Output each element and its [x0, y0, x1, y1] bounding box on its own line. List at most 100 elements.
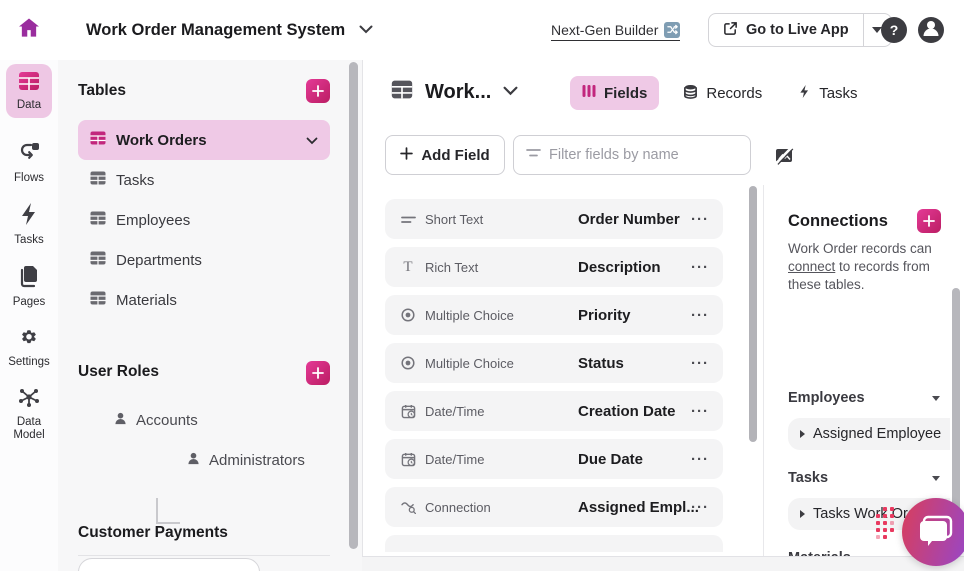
- sidebar-item-employees[interactable]: Employees: [78, 200, 330, 240]
- field-row[interactable]: Multiple Choice Status ···: [385, 343, 723, 383]
- data-table-icon: [18, 78, 40, 95]
- flows-icon: [17, 151, 41, 168]
- field-row[interactable]: Date/Time Due Date ···: [385, 439, 723, 479]
- sidebar-item-materials[interactable]: Materials: [78, 280, 330, 320]
- field-name: Status: [578, 355, 624, 372]
- home-icon: [16, 15, 42, 46]
- field-type: Rich Text: [425, 260, 478, 275]
- field-row[interactable]: Connection Assigned Empl... ···: [385, 487, 723, 527]
- drag-handle-dots[interactable]: [876, 507, 894, 539]
- customer-payments-field[interactable]: [78, 558, 260, 571]
- group-label: Tasks: [788, 470, 828, 486]
- connection-item-assigned-employee[interactable]: Assigned Employee: [788, 418, 950, 450]
- table-icon: [90, 291, 106, 309]
- lightning-icon: [18, 213, 40, 230]
- add-role-button[interactable]: [306, 361, 330, 385]
- field-type: Date/Time: [425, 452, 484, 467]
- go-to-live-app-main[interactable]: Go to Live App: [709, 14, 863, 46]
- tab-fields[interactable]: Fields: [570, 76, 659, 110]
- add-table-button[interactable]: [306, 79, 330, 103]
- next-gen-builder-link[interactable]: Next-Gen Builder: [551, 19, 680, 41]
- tab-label: Records: [706, 85, 762, 102]
- field-menu-button[interactable]: ···: [691, 451, 709, 468]
- rail-label-tasks: Tasks: [0, 234, 58, 247]
- connect-link[interactable]: connect: [788, 259, 835, 274]
- external-link-icon: [723, 21, 738, 40]
- field-type: Date/Time: [425, 404, 484, 419]
- field-list-scrollbar[interactable]: [749, 186, 757, 442]
- table-icon: [391, 80, 413, 104]
- go-to-live-app-button[interactable]: Go to Live App: [708, 13, 892, 47]
- field-row[interactable]: Short Text Order Number ···: [385, 199, 723, 239]
- role-item-administrators[interactable]: Administrators: [186, 451, 305, 470]
- field-row[interactable]: T Rich Text Description ···: [385, 247, 723, 287]
- role-item-label: Accounts: [136, 412, 198, 429]
- rail-label-flows: Flows: [0, 172, 58, 185]
- field-menu-button[interactable]: ···: [691, 403, 709, 420]
- rail-label-data-model: Data Model: [0, 416, 58, 442]
- hide-images-icon[interactable]: [773, 144, 795, 166]
- help-button[interactable]: ?: [881, 17, 907, 43]
- rail-item-data-model[interactable]: Data Model: [0, 386, 58, 442]
- rail-item-data[interactable]: Data: [0, 64, 58, 118]
- field-row-partial[interactable]: [385, 535, 723, 552]
- sidebar-item-label: Employees: [116, 212, 190, 229]
- sidebar-item-label: Work Orders: [116, 132, 207, 149]
- main-content: Work... Fields Records: [362, 60, 964, 556]
- sidebar-item-departments[interactable]: Departments: [78, 240, 330, 280]
- table-title-menu[interactable]: Work...: [391, 80, 518, 104]
- add-connection-button[interactable]: [917, 209, 941, 233]
- top-header: Work Order Management System Next-Gen Bu…: [0, 0, 964, 60]
- field-menu-button[interactable]: ···: [691, 355, 709, 372]
- shuffle-icon: [664, 22, 680, 38]
- chevron-down-icon: [503, 83, 518, 101]
- tab-label: Tasks: [819, 85, 857, 102]
- field-row[interactable]: Date/Time Creation Date ···: [385, 391, 723, 431]
- field-name: Description: [578, 259, 661, 276]
- field-name: Priority: [578, 307, 631, 324]
- sidebar-item-label: Departments: [116, 252, 202, 269]
- rail-item-flows[interactable]: Flows: [0, 140, 58, 185]
- filter-fields-inputbox[interactable]: [513, 135, 751, 175]
- table-icon: [90, 211, 106, 229]
- user-icon: [918, 15, 944, 46]
- home-button[interactable]: [14, 15, 44, 45]
- field-type: Multiple Choice: [425, 356, 514, 371]
- field-menu-button[interactable]: ···: [691, 307, 709, 324]
- gear-icon: [949, 427, 950, 441]
- field-name: Creation Date: [578, 403, 676, 420]
- tab-records[interactable]: Records: [671, 76, 774, 110]
- sidebar-item-tasks[interactable]: Tasks: [78, 160, 330, 200]
- connection-item-label: Assigned Employee: [813, 426, 941, 442]
- sidebar-item-label: Tasks: [116, 172, 154, 189]
- sidebar-item-work-orders[interactable]: Work Orders: [78, 120, 330, 160]
- field-list: Short Text Order Number ··· T Rich Text …: [385, 199, 723, 552]
- table-icon: [90, 171, 106, 189]
- field-menu-button[interactable]: ···: [691, 259, 709, 276]
- chat-widget-button[interactable]: [902, 498, 964, 566]
- pages-icon: [18, 275, 40, 292]
- tab-tasks[interactable]: Tasks: [786, 76, 869, 110]
- connection-group-tasks[interactable]: Tasks: [788, 470, 940, 486]
- role-item-accounts[interactable]: Accounts: [113, 411, 198, 430]
- database-icon: [683, 84, 698, 103]
- plus-icon: [400, 147, 413, 164]
- connection-group-employees[interactable]: Employees: [788, 390, 940, 406]
- chevron-down-icon: [306, 132, 318, 149]
- datetime-icon: [399, 404, 417, 419]
- add-field-button[interactable]: Add Field: [385, 135, 505, 175]
- rail-item-pages[interactable]: Pages: [0, 264, 58, 309]
- user-avatar[interactable]: [918, 17, 944, 43]
- data-model-icon: [17, 395, 41, 412]
- rail-item-settings[interactable]: Settings: [0, 326, 58, 369]
- collapse-caret-icon: [932, 476, 940, 481]
- rail-item-tasks[interactable]: Tasks: [0, 202, 58, 247]
- field-row[interactable]: Multiple Choice Priority ···: [385, 295, 723, 335]
- app-title-menu[interactable]: Work Order Management System: [86, 0, 373, 60]
- sidebar-scrollbar[interactable]: [349, 62, 358, 549]
- chevron-down-icon: [359, 21, 373, 39]
- filter-fields-input[interactable]: [549, 147, 738, 163]
- field-menu-button[interactable]: ···: [691, 211, 709, 228]
- connections-heading: Connections: [788, 212, 888, 231]
- customer-payments-heading: Customer Payments: [78, 524, 228, 542]
